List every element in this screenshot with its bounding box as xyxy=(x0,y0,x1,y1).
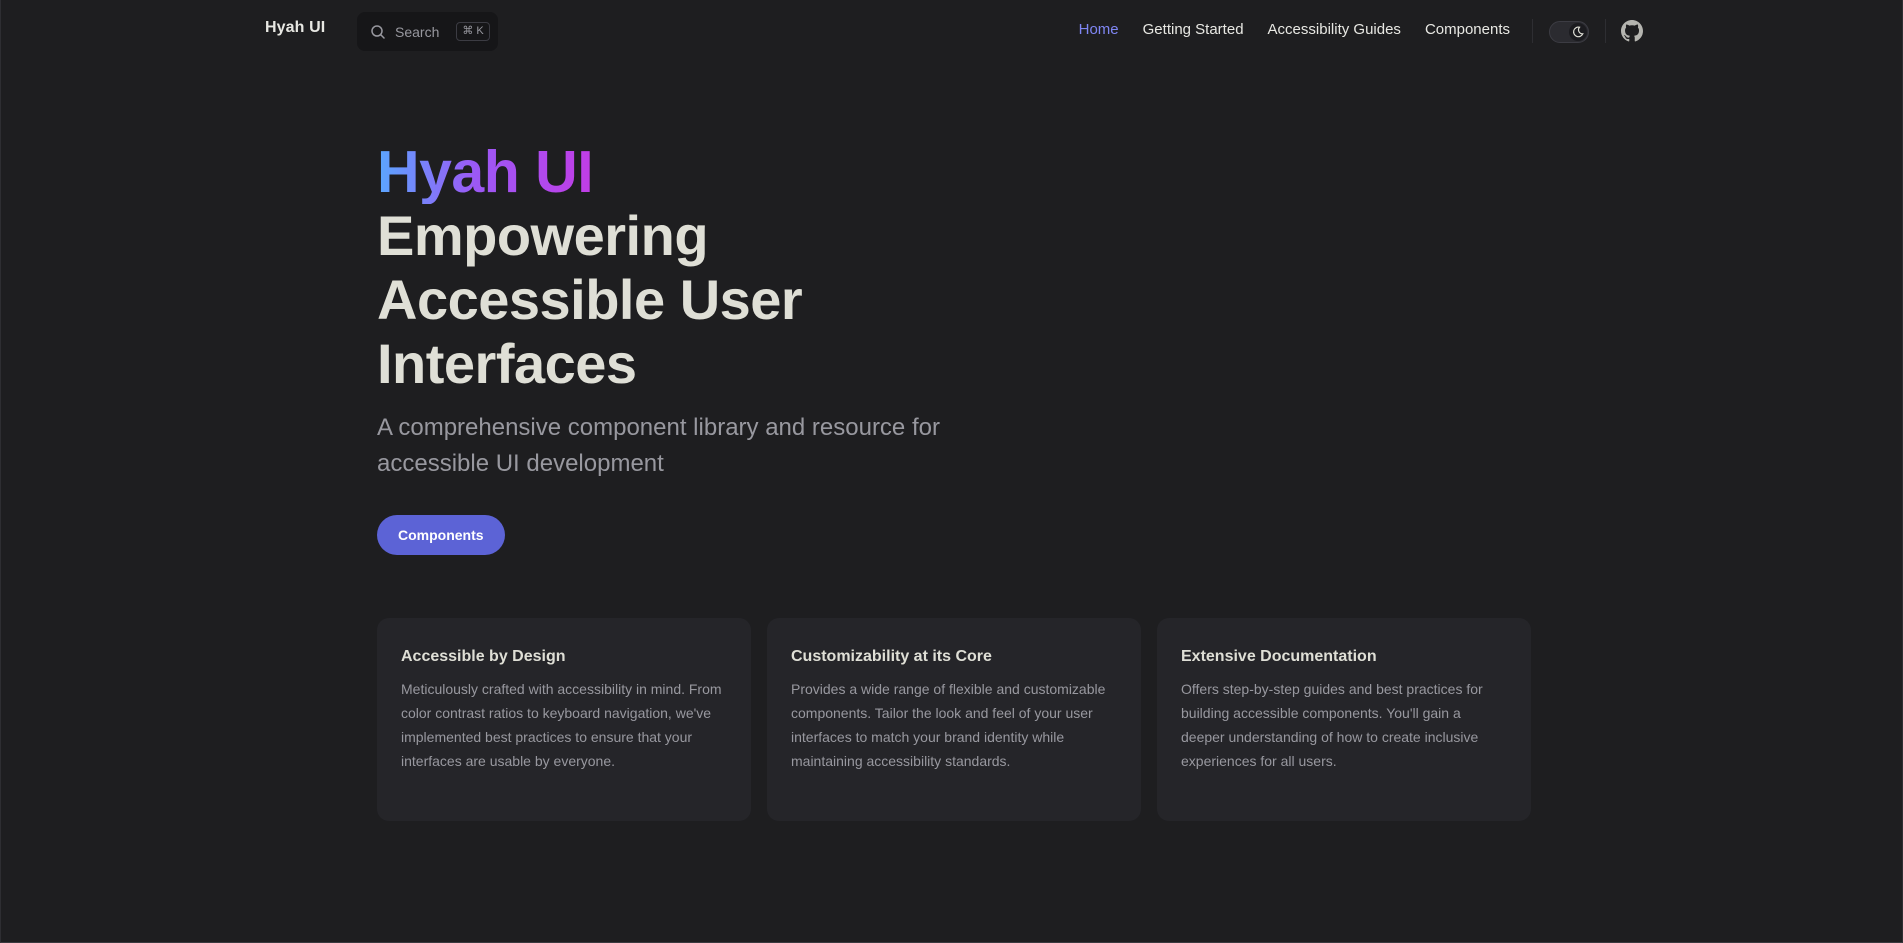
site-title[interactable]: Hyah UI xyxy=(265,19,325,37)
github-icon[interactable] xyxy=(1621,20,1643,42)
theme-toggle[interactable] xyxy=(1549,21,1589,43)
search-shortcut: ⌘ K xyxy=(456,22,490,41)
search-label: Search xyxy=(395,23,440,40)
feature-description: Meticulously crafted with accessibility … xyxy=(401,681,722,769)
feature-card: Extensive Documentation Offers step-by-s… xyxy=(1157,618,1531,821)
moon-icon xyxy=(1569,23,1587,41)
feature-description: Provides a wide range of flexible and cu… xyxy=(791,681,1106,769)
feature-title: Extensive Documentation xyxy=(1181,648,1377,665)
feature-title: Accessible by Design xyxy=(401,648,566,665)
nav-divider xyxy=(1532,19,1533,43)
hero-tagline: A comprehensive component library and re… xyxy=(377,414,940,477)
search-button[interactable]: Search ⌘ K xyxy=(357,12,498,51)
nav-link-home[interactable]: Home xyxy=(1079,21,1119,38)
components-button[interactable]: Components xyxy=(377,515,505,555)
feature-card: Accessible by Design Meticulously crafte… xyxy=(377,618,751,821)
nav-menu: Home Getting Started Accessibility Guide… xyxy=(1079,21,1510,38)
search-icon xyxy=(370,24,386,40)
nav-link-getting-started[interactable]: Getting Started xyxy=(1143,21,1244,38)
feature-description: Offers step-by-step guides and best prac… xyxy=(1181,681,1483,769)
hero-headline: Empowering Accessible User Interfaces xyxy=(377,204,803,395)
top-nav: Hyah UI Search ⌘ K Home Getting Started … xyxy=(1,0,1902,62)
nav-link-components[interactable]: Components xyxy=(1425,21,1510,38)
features-section: Accessible by Design Meticulously crafte… xyxy=(377,618,1531,821)
hero-section: Hyah UI Empowering Accessible User Inter… xyxy=(377,139,1077,555)
nav-divider xyxy=(1605,19,1606,43)
page: Hyah UI Search ⌘ K Home Getting Started … xyxy=(0,0,1903,943)
feature-card: Customizability at its Core Provides a w… xyxy=(767,618,1141,821)
feature-title: Customizability at its Core xyxy=(791,648,992,665)
nav-link-accessibility-guides[interactable]: Accessibility Guides xyxy=(1268,21,1401,38)
hero-name: Hyah UI xyxy=(377,139,594,205)
